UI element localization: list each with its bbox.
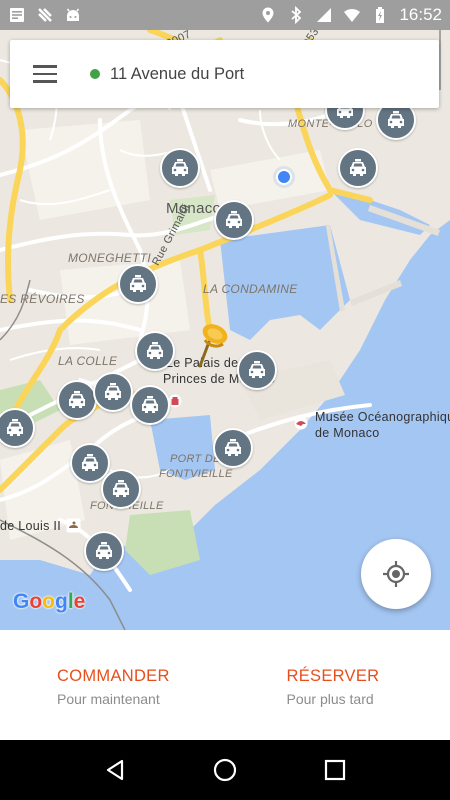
taxi-icon — [147, 342, 163, 359]
back-button[interactable] — [90, 745, 140, 795]
order-now-subtitle: Pour maintenant — [57, 691, 160, 707]
taxi-icon — [350, 159, 366, 176]
pickup-pin-icon[interactable] — [193, 320, 233, 368]
museum-icon — [294, 416, 308, 430]
taxi-icon — [226, 211, 242, 228]
landmark-icon — [168, 394, 182, 408]
taxi-icon — [113, 480, 129, 497]
taxi-icon — [96, 542, 112, 559]
back-icon — [106, 759, 124, 781]
taxi-marker[interactable] — [213, 428, 253, 468]
taxi-icon — [172, 159, 188, 176]
fax-icon — [38, 8, 52, 22]
recents-button[interactable] — [310, 745, 360, 795]
taxi-marker[interactable] — [237, 350, 277, 390]
home-button[interactable] — [200, 745, 250, 795]
taxi-icon — [7, 419, 23, 436]
order-now-title: COMMANDER — [57, 667, 170, 685]
taxi-marker[interactable] — [57, 380, 97, 420]
taxi-marker[interactable] — [84, 531, 124, 571]
taxi-marker[interactable] — [130, 385, 170, 425]
system-navigation-bar — [0, 740, 450, 800]
current-location-dot — [276, 169, 292, 185]
recents-icon — [324, 759, 346, 781]
taxi-icon — [249, 361, 265, 378]
taxi-icon — [82, 454, 98, 471]
taxi-marker[interactable] — [214, 200, 254, 240]
wifi-icon — [344, 8, 361, 22]
taxi-icon — [105, 383, 121, 400]
order-now-button[interactable]: COMMANDER Pour maintenant — [0, 630, 221, 740]
hamburger-menu-icon[interactable] — [22, 51, 68, 97]
map-label-colle: LA COLLE — [58, 354, 118, 368]
taxi-icon — [130, 275, 146, 292]
taxi-icon — [388, 111, 404, 128]
map-label-condamine: LA CONDAMINE — [203, 282, 298, 296]
pickup-status-dot — [90, 69, 100, 79]
status-bar: 16:52 — [0, 0, 450, 30]
taxi-icon — [142, 396, 158, 413]
home-icon — [213, 758, 237, 782]
taxi-marker[interactable] — [338, 148, 378, 188]
my-location-icon — [383, 561, 409, 587]
taxi-icon — [69, 391, 85, 408]
battery-icon — [376, 7, 385, 23]
taxi-marker[interactable] — [118, 264, 158, 304]
book-later-subtitle: Pour plus tard — [286, 691, 374, 707]
map-label-moneghetti: MONEGHETTI — [68, 251, 151, 265]
document-notification-icon — [10, 8, 24, 22]
taxi-marker[interactable] — [135, 331, 175, 371]
map-label-port-line2: FONTVIEILLE — [159, 468, 233, 480]
taxi-marker[interactable] — [101, 469, 141, 509]
booking-actions: COMMANDER Pour maintenant RÉSERVER Pour … — [0, 630, 450, 740]
taxi-marker[interactable] — [93, 372, 133, 412]
my-location-button[interactable] — [361, 539, 431, 609]
google-logo-text: Google — [13, 590, 86, 613]
map-label-musee-line1: Musée Océanographique — [315, 410, 450, 424]
map-label-revoires: ES RÉVOIRES — [0, 292, 85, 306]
taxi-marker[interactable] — [160, 148, 200, 188]
pickup-address[interactable]: 11 Avenue du Port — [110, 65, 244, 84]
map-label-louis: de Louis II — [0, 519, 61, 533]
location-icon — [262, 7, 274, 23]
book-later-button[interactable]: RÉSERVER Pour plus tard — [221, 630, 450, 740]
book-later-title: RÉSERVER — [286, 667, 380, 685]
map-label-port-line1: PORT DE — [170, 453, 221, 465]
google-logo: Google — [13, 590, 85, 614]
network-icon — [317, 8, 332, 22]
taxi-icon — [225, 439, 241, 456]
map-label-musee-line2: de Monaco — [315, 426, 380, 440]
android-icon — [66, 8, 80, 21]
stadium-icon — [66, 518, 81, 533]
clock: 16:52 — [399, 5, 442, 24]
pickup-address-card[interactable]: 11 Avenue du Port — [10, 40, 439, 108]
bluetooth-icon — [291, 6, 302, 24]
